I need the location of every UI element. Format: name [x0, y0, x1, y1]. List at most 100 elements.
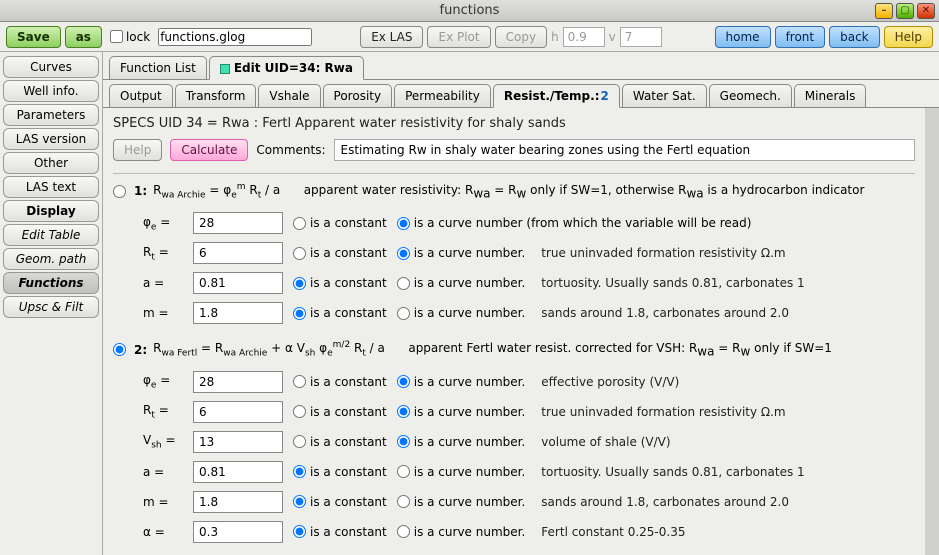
- tab-vshale[interactable]: Vshale: [258, 84, 320, 107]
- sidebar: Curves Well info. Parameters LAS version…: [0, 52, 103, 555]
- comments-label: Comments:: [256, 143, 325, 157]
- sidebar-item-edittable[interactable]: Edit Table: [3, 224, 99, 246]
- tab-porosity[interactable]: Porosity: [323, 84, 393, 107]
- param2-alpha-desc: Fertl constant 0.25-0.35: [541, 525, 685, 539]
- param2-rt-const[interactable]: is a constant: [293, 405, 387, 419]
- param1-m-curve[interactable]: is a curve number.: [397, 306, 526, 320]
- param1-phie-input[interactable]: [193, 212, 283, 234]
- titlebar: functions – ▢ ✕: [0, 0, 939, 22]
- param1-a-const[interactable]: is a constant: [293, 276, 387, 290]
- sidebar-item-upscfilt[interactable]: Upsc & Filt: [3, 296, 99, 318]
- save-as-button[interactable]: as: [65, 26, 102, 48]
- front-button[interactable]: front: [775, 26, 826, 48]
- param2-alpha-input[interactable]: [193, 521, 283, 543]
- tab-function-list[interactable]: Function List: [109, 56, 207, 79]
- param1-phie-const[interactable]: is a constant: [293, 216, 387, 230]
- param1-m-const[interactable]: is a constant: [293, 306, 387, 320]
- formula-block-1: 1: Rwa Archie = φem Rt / a apparent wate…: [113, 182, 915, 326]
- param1-m-input[interactable]: [193, 302, 283, 324]
- param2-vsh-input[interactable]: [193, 431, 283, 453]
- tab-permeability[interactable]: Permeability: [394, 84, 491, 107]
- v-spin[interactable]: [620, 27, 662, 47]
- calculate-button[interactable]: Calculate: [170, 139, 248, 161]
- param2-alpha-label: α =: [143, 525, 183, 539]
- param1-a-curve[interactable]: is a curve number.: [397, 276, 526, 290]
- tab-geomech[interactable]: Geomech.: [709, 84, 792, 107]
- tab-resist-label: Resist./Temp.:: [504, 89, 600, 103]
- param2-vsh-const[interactable]: is a constant: [293, 435, 387, 449]
- filename-field[interactable]: [158, 28, 312, 46]
- param2-alpha-curve[interactable]: is a curve number.: [397, 525, 526, 539]
- lock-checkbox-input[interactable]: [110, 30, 123, 43]
- param2-phie-const[interactable]: is a constant: [293, 375, 387, 389]
- param2-a-curve[interactable]: is a curve number.: [397, 465, 526, 479]
- comments-input[interactable]: [334, 139, 916, 161]
- help-button[interactable]: Help: [884, 26, 933, 48]
- param2-a-label: a =: [143, 465, 183, 479]
- v-label: v: [609, 30, 616, 44]
- sidebar-item-display[interactable]: Display: [3, 200, 99, 222]
- param1-rt-const[interactable]: is a constant: [293, 246, 387, 260]
- sidebar-item-geompath[interactable]: Geom. path: [3, 248, 99, 270]
- param2-m-desc: sands around 1.8, carbonates around 2.0: [541, 495, 789, 509]
- param2-alpha-const[interactable]: is a constant: [293, 525, 387, 539]
- param2-a-const[interactable]: is a constant: [293, 465, 387, 479]
- back-button[interactable]: back: [829, 26, 880, 48]
- param2-rt-input[interactable]: [193, 401, 283, 423]
- param2-phie-input[interactable]: [193, 371, 283, 393]
- h-spin[interactable]: [563, 27, 605, 47]
- param1-a: a = is a constant is a curve number. tor…: [143, 270, 915, 296]
- param2-m-const[interactable]: is a constant: [293, 495, 387, 509]
- tab-edit-uid[interactable]: Edit UID=34: Rwa: [209, 56, 364, 80]
- param2-phie-curve[interactable]: is a curve number.: [397, 375, 526, 389]
- param1-a-input[interactable]: [193, 272, 283, 294]
- formula-block-2: 2: Rwa Fertl = Rwa Archie + α Vsh φem/2 …: [113, 340, 915, 544]
- param2-m-curve[interactable]: is a curve number.: [397, 495, 526, 509]
- param1-a-label: a =: [143, 276, 183, 290]
- sidebar-item-lastext[interactable]: LAS text: [3, 176, 99, 198]
- param1-m-desc: sands around 1.8, carbonates around 2.0: [541, 306, 789, 320]
- param2-rt-curve[interactable]: is a curve number.: [397, 405, 526, 419]
- home-button[interactable]: home: [715, 26, 771, 48]
- sidebar-item-wellinfo[interactable]: Well info.: [3, 80, 99, 102]
- param2-m-input[interactable]: [193, 491, 283, 513]
- toolbar: Save as lock Ex LAS Ex Plot Copy h v hom…: [0, 22, 939, 52]
- formula-1-equation: Rwa Archie = φem Rt / a: [153, 182, 280, 200]
- sidebar-item-parameters[interactable]: Parameters: [3, 104, 99, 126]
- close-icon[interactable]: ✕: [917, 3, 935, 19]
- tab-transform[interactable]: Transform: [175, 84, 257, 107]
- tab-watersat[interactable]: Water Sat.: [622, 84, 707, 107]
- panel-help-button: Help: [113, 139, 162, 161]
- save-button[interactable]: Save: [6, 26, 61, 48]
- minimize-icon[interactable]: –: [875, 3, 893, 19]
- param1-rt-input[interactable]: [193, 242, 283, 264]
- formula-2-radio[interactable]: [113, 343, 126, 356]
- param2-vsh-curve[interactable]: is a curve number.: [397, 435, 526, 449]
- param2-phie-desc: effective porosity (V/V): [541, 375, 679, 389]
- param2-m-label: m =: [143, 495, 183, 509]
- sidebar-item-curves[interactable]: Curves: [3, 56, 99, 78]
- param2-a-input[interactable]: [193, 461, 283, 483]
- sidebar-item-functions[interactable]: Functions: [3, 272, 99, 294]
- specs-line: SPECS UID 34 = Rwa : Fertl Apparent wate…: [113, 116, 915, 131]
- sidebar-item-lasversion[interactable]: LAS version: [3, 128, 99, 150]
- window-title: functions: [440, 3, 500, 18]
- exlas-button[interactable]: Ex LAS: [360, 26, 423, 48]
- lock-checkbox[interactable]: lock: [110, 30, 150, 44]
- param2-m: m = is a constant is a curve number. san…: [143, 489, 915, 515]
- param2-vsh: Vsh = is a constant is a curve number. v…: [143, 429, 915, 455]
- param1-rt-curve[interactable]: is a curve number.: [397, 246, 526, 260]
- tab-resist-temp[interactable]: Resist./Temp.:2: [493, 84, 620, 108]
- maximize-icon[interactable]: ▢: [896, 3, 914, 19]
- explot-button: Ex Plot: [427, 26, 490, 48]
- sidebar-item-other[interactable]: Other: [3, 152, 99, 174]
- lock-label: lock: [126, 30, 150, 44]
- tab-minerals[interactable]: Minerals: [794, 84, 867, 107]
- formula-2-num: 2:: [134, 343, 147, 357]
- param2-a-desc: tortuosity. Usually sands 0.81, carbonat…: [541, 465, 804, 479]
- formula-1-radio[interactable]: [113, 185, 126, 198]
- param1-phie-curve[interactable]: is a curve number (from which the variab…: [397, 216, 752, 230]
- param1-rt-label: Rt =: [143, 245, 183, 262]
- h-label: h: [551, 30, 559, 44]
- tab-output[interactable]: Output: [109, 84, 173, 107]
